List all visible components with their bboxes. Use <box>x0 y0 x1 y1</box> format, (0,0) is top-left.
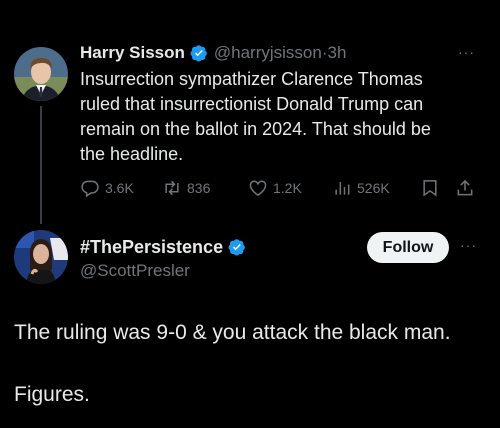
more-icon[interactable]: ··· <box>460 237 477 253</box>
avatar-image <box>14 47 68 101</box>
tweet-text: Insurrection sympathizer Clarence Thomas… <box>80 67 485 167</box>
avatar[interactable] <box>14 47 68 101</box>
avatar[interactable] <box>14 230 68 284</box>
thread-line <box>40 106 42 224</box>
author-name[interactable]: Harry Sisson <box>80 43 185 63</box>
views-count: 526K <box>357 180 390 196</box>
views-icon <box>335 182 350 195</box>
author-handle[interactable]: @ScottPresler <box>80 261 252 281</box>
verified-badge-icon <box>228 239 245 256</box>
like-button[interactable]: 1.2K <box>248 177 302 199</box>
bookmark-icon <box>423 180 437 197</box>
tweet-header: Harry Sisson @harryjsisson · 3h <box>80 42 346 64</box>
repost-button[interactable]: 836 <box>162 177 210 199</box>
tweet-text-line: ruled that insurrectionist Donald Trump … <box>80 94 424 114</box>
tweet-text-line: the headline. <box>80 144 184 164</box>
bookmark-button[interactable] <box>420 177 445 199</box>
reply-button[interactable]: 3.6K <box>80 177 134 199</box>
verified-badge-icon <box>190 45 207 62</box>
reply-text-line: Figures. <box>14 383 90 406</box>
author-name[interactable]: #ThePersistence <box>80 237 223 258</box>
tweet-text-line: Insurrection sympathizer Clarence Thomas <box>80 69 423 89</box>
follow-button[interactable]: Follow <box>367 232 449 263</box>
reply-count: 3.6K <box>105 180 134 196</box>
author-handle[interactable]: @harryjsisson <box>214 43 322 63</box>
more-icon[interactable]: ··· <box>458 44 475 60</box>
tweet-text-line: remain on the ballot in 2024. That shoul… <box>80 119 431 139</box>
reply-header: #ThePersistence @ScottPresler <box>80 236 252 281</box>
share-icon <box>457 179 473 196</box>
timestamp[interactable]: 3h <box>328 43 347 63</box>
tweet-actions: 3.6K 836 1.2K 526K <box>80 177 480 199</box>
like-icon <box>249 180 267 196</box>
reply-icon <box>81 180 99 198</box>
reply-text-line: The ruling was 9-0 & you attack the blac… <box>14 321 451 344</box>
original-tweet[interactable]: Harry Sisson @harryjsisson · 3h ··· Insu… <box>0 0 500 230</box>
avatar-image <box>14 230 68 284</box>
repost-icon <box>165 180 179 196</box>
share-button[interactable] <box>455 177 480 199</box>
reply-tweet[interactable]: #ThePersistence @ScottPresler Follow ···… <box>0 230 500 428</box>
views-button[interactable]: 526K <box>332 177 390 199</box>
repost-count: 836 <box>187 180 211 196</box>
like-count: 1.2K <box>273 180 302 196</box>
